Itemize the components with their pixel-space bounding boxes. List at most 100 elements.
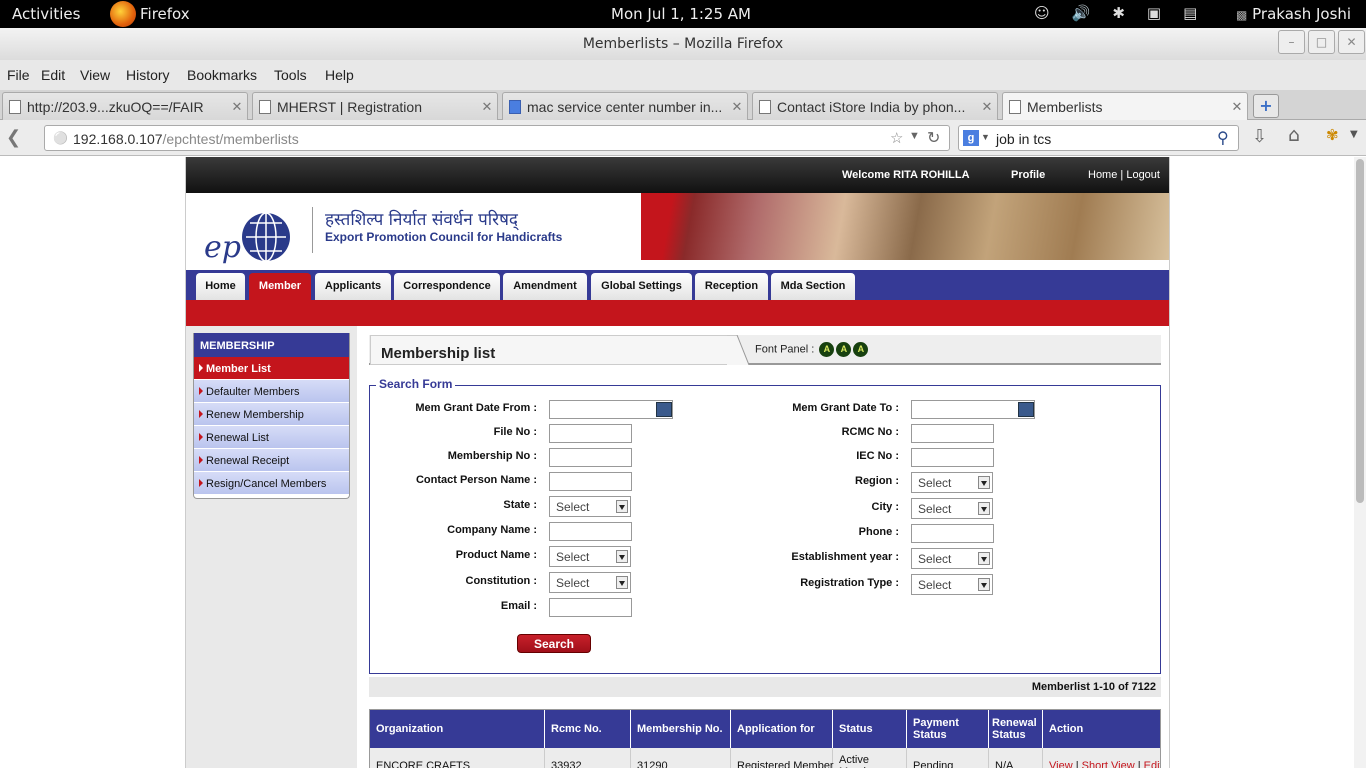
tab-istore[interactable]: Contact iStore India by phon... ✕: [752, 92, 998, 120]
sidebar-item-renewal-receipt[interactable]: Renewal Receipt: [194, 449, 349, 472]
download-icon[interactable]: ⇩: [1252, 126, 1267, 147]
volume-icon[interactable]: 🔊: [1072, 4, 1091, 22]
contact-person-input[interactable]: [549, 472, 632, 491]
engine-dropdown-icon[interactable]: ▼: [981, 132, 990, 142]
google-icon[interactable]: g: [963, 130, 979, 146]
product-name-select[interactable]: Select: [549, 546, 631, 567]
label-constitution: Constitution :: [465, 575, 537, 587]
short-view-link[interactable]: Short View: [1082, 760, 1135, 768]
company-name-input[interactable]: [549, 522, 632, 541]
menu-history[interactable]: History: [126, 67, 170, 83]
tab-mac-service[interactable]: mac service center number in... ✕: [502, 92, 748, 120]
label-state: State :: [503, 499, 537, 511]
activities-button[interactable]: Activities: [12, 5, 80, 23]
sidebar-item-renew-membership[interactable]: Renew Membership: [194, 403, 349, 426]
tab-memberlists[interactable]: Memberlists ✕: [1002, 92, 1248, 120]
constitution-select[interactable]: Select: [549, 572, 631, 593]
logout-link[interactable]: Logout: [1126, 169, 1160, 181]
menu-help[interactable]: Help: [325, 67, 354, 83]
user-menu[interactable]: ▩ Prakash Joshi: [1236, 5, 1351, 23]
iec-no-input[interactable]: [911, 448, 994, 467]
nav-global-settings[interactable]: Global Settings: [591, 273, 692, 300]
region-select[interactable]: Select: [911, 472, 993, 493]
search-query[interactable]: job in tcs: [996, 131, 1051, 147]
sidebar-item-resign-cancel[interactable]: Resign/Cancel Members: [194, 472, 349, 495]
tab-label: http://203.9...zkuOQ==/FAIR: [27, 98, 204, 115]
bookmark-star-icon[interactable]: ☆: [890, 129, 903, 147]
calendar-icon[interactable]: [1018, 402, 1034, 417]
menu-view[interactable]: View: [80, 67, 110, 83]
minimize-icon[interactable]: –: [1278, 30, 1305, 54]
close-tab-icon[interactable]: ✕: [977, 99, 997, 115]
rcmc-no-input[interactable]: [911, 424, 994, 443]
nav-applicants[interactable]: Applicants: [315, 273, 391, 300]
accessibility-icon[interactable]: ☺: [1034, 4, 1050, 22]
search-icon[interactable]: ⚲: [1217, 128, 1229, 148]
view-link[interactable]: View: [1049, 760, 1073, 768]
url-bar[interactable]: ⚪ 192.168.0.107/epchtest/memberlists ☆ ▼…: [44, 125, 950, 151]
tab-mherst[interactable]: MHERST | Registration ✕: [252, 92, 498, 120]
menu-dropdown-icon[interactable]: ▼: [1350, 129, 1358, 140]
menu-tools[interactable]: Tools: [274, 67, 307, 83]
edit-link[interactable]: Edit: [1144, 760, 1160, 768]
nav-member[interactable]: Member: [249, 273, 311, 300]
font-small-icon[interactable]: A: [819, 342, 835, 357]
state-select[interactable]: Select: [549, 496, 631, 517]
sidebar: MEMBERSHIP Member List Defaulter Members…: [186, 326, 357, 768]
label-city: City :: [871, 501, 900, 513]
close-tab-icon[interactable]: ✕: [1227, 99, 1247, 115]
grant-date-from-input[interactable]: [549, 400, 673, 419]
history-dropdown-icon[interactable]: ▼: [909, 130, 920, 142]
network-icon[interactable]: ▣: [1147, 4, 1161, 22]
grant-date-to-input[interactable]: [911, 400, 1035, 419]
email-input[interactable]: [549, 598, 632, 617]
nav-correspondence[interactable]: Correspondence: [394, 273, 500, 300]
calendar-icon[interactable]: [656, 402, 672, 417]
clock[interactable]: Mon Jul 1, 1:25 AM: [611, 5, 751, 23]
nav-home[interactable]: Home: [196, 273, 245, 300]
bluetooth-icon[interactable]: ✱: [1112, 4, 1125, 22]
top-home-link[interactable]: Home: [1088, 169, 1117, 181]
vertical-scrollbar[interactable]: [1354, 157, 1366, 768]
sidebar-item-renewal-list[interactable]: Renewal List: [194, 426, 349, 449]
close-tab-icon[interactable]: ✕: [477, 99, 497, 115]
home-icon[interactable]: ⌂: [1288, 124, 1300, 146]
menu-bookmarks[interactable]: Bookmarks: [187, 67, 257, 83]
font-large-icon[interactable]: A: [853, 342, 869, 357]
registration-type-select[interactable]: Select: [911, 574, 993, 595]
page-viewport: Welcome RITA ROHILLA Profile Home | Logo…: [0, 157, 1366, 768]
nav-reception[interactable]: Reception: [695, 273, 768, 300]
menu-edit[interactable]: Edit: [41, 67, 65, 83]
file-no-input[interactable]: [549, 424, 632, 443]
close-icon[interactable]: ✕: [1338, 30, 1365, 54]
search-button[interactable]: Search: [517, 634, 591, 653]
addon-icon[interactable]: ✾: [1326, 126, 1339, 144]
search-bar[interactable]: g ▼ job in tcs ⚲: [958, 125, 1239, 151]
maximize-icon[interactable]: □: [1308, 30, 1335, 54]
city-select[interactable]: Select: [911, 498, 993, 519]
logo-divider: [312, 207, 313, 253]
members-table: Organization Rcmc No. Membership No. App…: [369, 709, 1161, 768]
reload-icon[interactable]: ↻: [927, 128, 940, 148]
site-top-strip: Welcome RITA ROHILLA Profile Home | Logo…: [186, 157, 1169, 193]
app-menu[interactable]: Firefox: [110, 0, 190, 28]
font-medium-icon[interactable]: A: [836, 342, 852, 357]
close-tab-icon[interactable]: ✕: [227, 99, 247, 115]
menu-file[interactable]: File: [7, 67, 30, 83]
close-tab-icon[interactable]: ✕: [727, 99, 747, 115]
establishment-year-select[interactable]: Select: [911, 548, 993, 569]
sidebar-item-member-list[interactable]: Member List: [194, 357, 349, 380]
new-tab-button[interactable]: +: [1253, 94, 1279, 118]
tab-fair[interactable]: http://203.9...zkuOQ==/FAIR ✕: [2, 92, 248, 120]
nav-amendment[interactable]: Amendment: [503, 273, 587, 300]
user-icon: ▩: [1236, 8, 1248, 22]
sidebar-item-defaulter-members[interactable]: Defaulter Members: [194, 380, 349, 403]
profile-link[interactable]: Profile: [1011, 169, 1045, 181]
system-tray[interactable]: ☺ 🔊 ✱ ▣ ▤: [1034, 4, 1197, 22]
phone-input[interactable]: [911, 524, 994, 543]
scrollbar-thumb[interactable]: [1356, 159, 1364, 503]
clipboard-icon[interactable]: ▤: [1183, 4, 1197, 22]
membership-no-input[interactable]: [549, 448, 632, 467]
back-icon[interactable]: ❮: [6, 127, 21, 148]
nav-mda-section[interactable]: Mda Section: [771, 273, 855, 300]
